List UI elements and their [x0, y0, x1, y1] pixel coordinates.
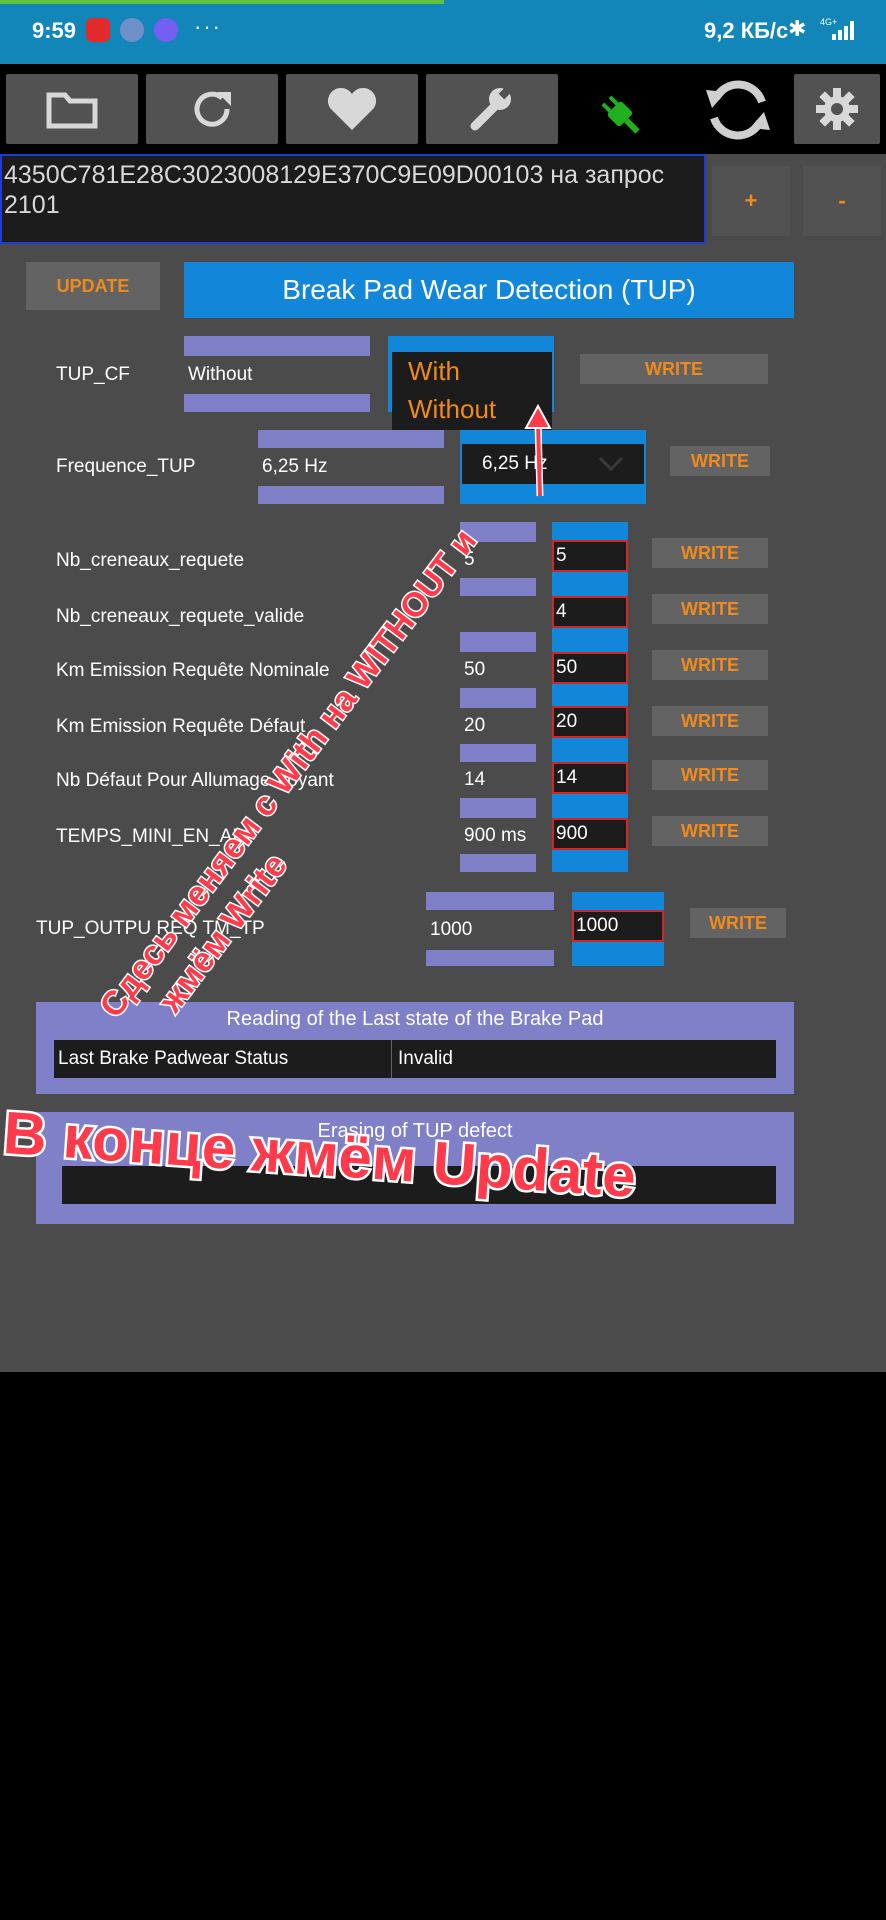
param-edit-input[interactable]: 5 — [552, 540, 628, 572]
tup-output-current-value: 1000 — [430, 919, 473, 940]
status-time: 9:59 — [32, 18, 77, 43]
network-type: 4G+ — [820, 17, 837, 27]
param-edit-input[interactable]: 50 — [552, 652, 628, 684]
wrench-icon — [470, 86, 512, 131]
param-write-button[interactable]: WRITE — [652, 706, 768, 736]
param-write-button[interactable]: WRITE — [652, 760, 768, 790]
param-write-button[interactable]: WRITE — [652, 594, 768, 624]
dropdown-option-with[interactable]: With — [408, 352, 552, 390]
param-current-value: 14 — [460, 762, 536, 798]
frequence-current-value: 6,25 Hz — [262, 456, 328, 477]
minus-button[interactable]: - — [803, 166, 881, 236]
param-current-value: 50 — [460, 652, 536, 688]
param-current-value: 20 — [460, 708, 536, 744]
tup-cf-frame-top — [184, 336, 370, 356]
tup-cf-label: TUP_CF — [56, 364, 130, 385]
param-edit-input[interactable]: 14 — [552, 762, 628, 794]
status-bar: 9:59 ··· 9,2 КБ/с ✱ 4G+ — [0, 0, 886, 64]
param-current-value: 900 ms — [460, 818, 536, 854]
plus-button[interactable]: + — [712, 166, 790, 236]
heart-icon — [327, 87, 377, 130]
param-label: Km Emission Requête Défaut — [56, 716, 306, 737]
network-speed: 9,2 КБ/с — [704, 18, 789, 43]
youtube-icon — [86, 18, 110, 42]
frequence-frame-bottom — [258, 486, 444, 504]
empty-area — [0, 1372, 886, 1920]
chevron-down-icon — [598, 456, 624, 472]
param-label: Nb_creneaux_requete_valide — [56, 606, 305, 627]
annotation-arrow-icon — [524, 403, 552, 497]
tup-cf-current-value: Without — [188, 364, 253, 385]
tup-output-edit-input[interactable]: 1000 — [572, 910, 664, 942]
favorites-button[interactable] — [286, 74, 418, 144]
param-edit-input[interactable]: 900 — [552, 818, 628, 850]
sync-icon[interactable] — [700, 72, 776, 148]
request-field[interactable]: 4350C781E28C3023008129E370C9E09D00103 на… — [0, 154, 706, 244]
tup-output-frame-bottom — [426, 950, 554, 966]
update-button[interactable]: UPDATE — [26, 262, 160, 310]
tup-output-frame-top — [426, 892, 554, 910]
param-label: Nb_creneaux_requete — [56, 550, 245, 571]
param-write-button[interactable]: WRITE — [652, 538, 768, 568]
refresh-icon — [194, 91, 231, 127]
open-file-button[interactable] — [6, 74, 138, 144]
param-label: Km Emission Requête Nominale — [56, 660, 330, 681]
gear-icon — [816, 88, 858, 130]
bluetooth-icon: ✱ — [788, 16, 807, 41]
param-write-button[interactable]: WRITE — [652, 816, 768, 846]
viber-icon — [154, 18, 178, 42]
tools-button[interactable] — [426, 74, 558, 144]
frequence-write-button[interactable]: WRITE — [670, 446, 770, 476]
folder-icon — [46, 92, 98, 129]
app-icon — [120, 18, 144, 42]
tup-cf-frame-bottom — [184, 394, 370, 412]
param-edit-input[interactable]: 4 — [552, 596, 628, 628]
more-notifications-icon: ··· — [194, 14, 222, 39]
frequence-label: Frequence_TUP — [56, 456, 196, 477]
refresh-button[interactable] — [146, 74, 278, 144]
reading-status-value: Invalid — [398, 1048, 453, 1069]
plug-icon — [601, 95, 640, 134]
download-progress — [0, 0, 444, 4]
frequence-frame-top — [258, 430, 444, 448]
reading-status-label: Last Brake Padwear Status — [54, 1040, 392, 1078]
tup-cf-write-button[interactable]: WRITE — [580, 354, 768, 384]
toolbar — [0, 64, 886, 154]
section-title: Break Pad Wear Detection (TUP) — [184, 262, 794, 318]
param-write-button[interactable]: WRITE — [652, 650, 768, 680]
param-edit-input[interactable]: 20 — [552, 706, 628, 738]
settings-button[interactable] — [794, 74, 880, 144]
signal-icon: 4G+ — [820, 17, 854, 40]
tup-output-write-button[interactable]: WRITE — [690, 908, 786, 938]
